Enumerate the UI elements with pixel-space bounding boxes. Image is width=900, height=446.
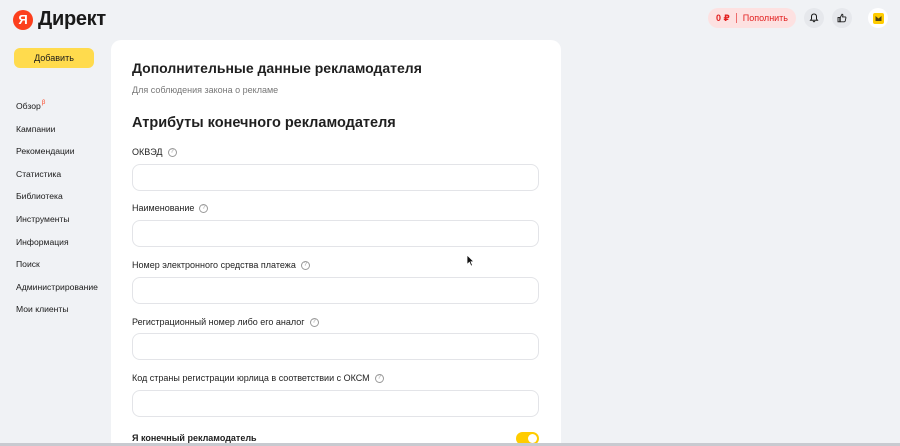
help-icon[interactable]: ? (374, 373, 384, 383)
toggle-knob (528, 434, 537, 443)
page: Я Директ 0 ₽ Пополнить Добавить Обзор β … (0, 0, 900, 446)
notifications-button[interactable] (804, 8, 824, 28)
payment-number-label-text: Номер электронного средства платежа (132, 260, 296, 270)
sidebar-nav: Обзор β Кампании Рекомендации Статистика… (16, 100, 98, 327)
logo-text: Директ (38, 8, 106, 30)
sidebar-item-recommendations[interactable]: Рекомендации (16, 146, 98, 169)
country-code-label: Код страны регистрации юрлица в соответс… (132, 373, 384, 383)
balance-amount: 0 ₽ (716, 12, 730, 23)
registration-number-label-text: Регистрационный номер либо его аналог (132, 317, 305, 327)
okved-label: ОКВЭД ? (132, 147, 177, 157)
advertiser-form-card: Дополнительные данные рекламодателя Для … (111, 40, 561, 446)
sidebar-item-label: Обзор (16, 101, 41, 111)
sidebar-item-search[interactable]: Поиск (16, 259, 98, 282)
yandex-logo-icon: Я (13, 9, 33, 30)
sidebar-item-campaigns[interactable]: Кампании (16, 124, 98, 147)
payment-number-label: Номер электронного средства платежа ? (132, 260, 310, 270)
registration-number-input[interactable] (132, 333, 539, 360)
okved-input[interactable] (132, 164, 539, 191)
name-label-text: Наименование (132, 203, 195, 213)
okved-label-text: ОКВЭД (132, 147, 163, 157)
help-icon[interactable]: ? (309, 317, 319, 327)
add-button[interactable]: Добавить (14, 48, 94, 68)
sidebar-item-administration[interactable]: Администрирование (16, 282, 98, 305)
sidebar-item-statistics[interactable]: Статистика (16, 169, 98, 192)
bell-icon (809, 13, 819, 23)
name-label: Наименование ? (132, 203, 209, 213)
mouse-cursor-icon (466, 254, 475, 267)
header-actions: 0 ₽ Пополнить (708, 8, 888, 28)
beta-badge: β (41, 100, 46, 106)
registration-number-label: Регистрационный номер либо его аналог ? (132, 317, 319, 327)
avatar[interactable] (868, 8, 888, 28)
sidebar-item-library[interactable]: Библиотека (16, 191, 98, 214)
logo[interactable]: Я Директ (13, 8, 106, 31)
name-input[interactable] (132, 220, 539, 247)
balance-pill[interactable]: 0 ₽ Пополнить (708, 8, 796, 28)
payment-number-input[interactable] (132, 277, 539, 304)
user-avatar-icon (872, 12, 884, 24)
country-code-label-text: Код страны регистрации юрлица в соответс… (132, 373, 370, 383)
country-code-input[interactable] (132, 390, 539, 417)
page-title: Дополнительные данные рекламодателя (132, 60, 422, 76)
sidebar-item-overview[interactable]: Обзор β (16, 100, 98, 124)
sidebar-item-my-clients[interactable]: Мои клиенты (16, 304, 98, 327)
help-icon[interactable]: ? (300, 260, 310, 270)
sidebar-item-tools[interactable]: Инструменты (16, 214, 98, 237)
help-icon[interactable]: ? (199, 203, 209, 213)
page-subtitle: Для соблюдения закона о рекламе (132, 85, 279, 95)
section-title: Атрибуты конечного рекламодателя (132, 115, 396, 131)
feedback-button[interactable] (832, 8, 852, 28)
thumbs-up-icon (837, 13, 847, 23)
balance-separator (735, 13, 737, 23)
help-icon[interactable]: ? (167, 147, 177, 157)
top-up-button[interactable]: Пополнить (743, 13, 788, 23)
sidebar-item-information[interactable]: Информация (16, 237, 98, 260)
final-advertiser-label: Я конечный рекламодатель (132, 433, 257, 443)
